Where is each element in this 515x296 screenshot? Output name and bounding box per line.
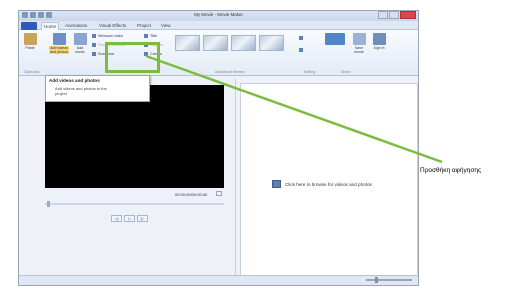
webcam-icon bbox=[92, 34, 96, 38]
play-button[interactable]: ▷ bbox=[124, 215, 135, 222]
tooltip: Add videos and photos Add videos and pho… bbox=[45, 75, 150, 102]
automovie-theme-2[interactable] bbox=[203, 35, 228, 51]
pane-divider[interactable] bbox=[235, 79, 236, 284]
select-all-button[interactable] bbox=[299, 48, 303, 52]
tab-view[interactable]: View bbox=[159, 22, 173, 30]
annotation-label: Προσθήκη αφήγησης bbox=[420, 167, 482, 174]
rotate-icon bbox=[299, 36, 303, 40]
tab-project[interactable]: Project bbox=[135, 22, 153, 30]
film-photo-icon bbox=[52, 33, 66, 45]
zoom-slider[interactable] bbox=[366, 279, 412, 281]
group-label-share: Share bbox=[341, 70, 351, 74]
add-videos-photos-button[interactable]: Add videos and photos bbox=[49, 33, 69, 54]
browse-text[interactable]: Click here to browse for videos and phot… bbox=[285, 182, 372, 187]
webcam-video-button[interactable]: Webcam video bbox=[92, 34, 123, 38]
automovie-theme-4[interactable] bbox=[259, 35, 284, 51]
status-bar bbox=[19, 275, 418, 285]
storyboard-pane[interactable]: Click here to browse for videos and phot… bbox=[240, 83, 418, 281]
maximize-button[interactable] bbox=[389, 11, 399, 19]
group-label-themes: AutoMovie themes bbox=[215, 70, 245, 74]
ribbon-tabs: Home Animations Visual Effects Project V… bbox=[19, 21, 418, 30]
group-label-clipboard: Clipboard bbox=[24, 70, 40, 74]
title-button[interactable]: Title bbox=[144, 34, 157, 38]
previous-frame-button[interactable]: ◁| bbox=[111, 215, 122, 222]
select-icon bbox=[299, 48, 303, 52]
file-menu-button[interactable] bbox=[21, 22, 37, 30]
seek-bar[interactable] bbox=[45, 203, 224, 205]
timecode: 00:00:00/00:00:00 bbox=[175, 192, 208, 197]
paste-button[interactable]: Paste bbox=[22, 33, 38, 50]
title-icon bbox=[144, 34, 148, 38]
group-label-editing: Editing bbox=[304, 70, 315, 74]
narration-highlight-box bbox=[105, 42, 160, 73]
microphone-icon bbox=[92, 43, 96, 47]
minimize-button[interactable] bbox=[378, 11, 388, 19]
music-note-icon bbox=[73, 33, 87, 45]
tab-animations[interactable]: Animations bbox=[63, 22, 89, 30]
close-button[interactable] bbox=[400, 11, 416, 19]
title-bar: My Movie - Movie Maker bbox=[19, 11, 418, 21]
next-frame-button[interactable]: |▷ bbox=[137, 215, 148, 222]
camera-icon bbox=[92, 52, 96, 56]
automovie-theme-3[interactable] bbox=[231, 35, 256, 51]
cloud-icon bbox=[325, 33, 345, 45]
tab-visual-effects[interactable]: Visual Effects bbox=[97, 22, 128, 30]
window-controls[interactable] bbox=[378, 11, 416, 19]
automovie-theme-1[interactable] bbox=[175, 35, 200, 51]
browse-media-icon bbox=[272, 180, 281, 188]
tab-home[interactable]: Home bbox=[41, 22, 60, 30]
fullscreen-icon[interactable] bbox=[216, 191, 222, 196]
seek-thumb[interactable] bbox=[47, 201, 50, 207]
movie-maker-window: My Movie - Movie Maker Home Animations V… bbox=[18, 10, 419, 286]
window-title: My Movie - Movie Maker bbox=[193, 12, 243, 17]
share-cloud-button[interactable] bbox=[324, 33, 346, 45]
zoom-thumb[interactable] bbox=[375, 277, 378, 283]
save-movie-icon bbox=[352, 33, 366, 45]
rotate-left-button[interactable] bbox=[299, 36, 303, 40]
save-movie-button[interactable]: Save movie bbox=[350, 33, 368, 54]
user-icon bbox=[372, 33, 386, 45]
playback-controls: ◁| ▷ |▷ bbox=[111, 215, 148, 222]
add-music-button[interactable]: Add music bbox=[73, 33, 87, 54]
sign-in-button[interactable]: Sign in bbox=[372, 33, 386, 50]
clipboard-icon bbox=[23, 33, 37, 45]
